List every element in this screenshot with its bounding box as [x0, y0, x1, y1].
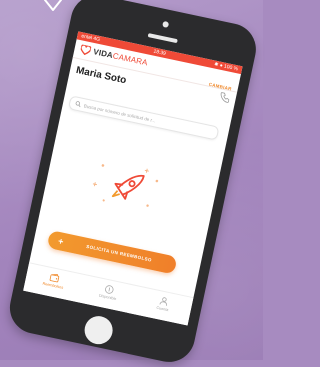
coin-icon [105, 285, 114, 294]
user-name: Maria Soto [75, 64, 128, 87]
chevron-down-icon [44, 0, 62, 11]
rocket-icon [92, 164, 159, 207]
nav-item-reembolsos[interactable]: Reembolsos [26, 264, 81, 302]
request-refund-button[interactable]: + SOLICITA UN REEMBOLSO [46, 229, 178, 275]
request-refund-label: SOLICITA UN REEMBOLSO [85, 243, 153, 263]
plus-icon: + [57, 235, 65, 247]
camera-dot [162, 20, 170, 28]
phone-icon[interactable] [219, 91, 231, 103]
nav-item-disponible[interactable]: Disponible [81, 276, 136, 314]
person-icon [159, 297, 168, 306]
logo-vida-text: VIDA [92, 47, 114, 61]
wallet-icon [49, 273, 60, 283]
speaker-grille [147, 33, 178, 44]
home-button [82, 313, 116, 347]
search-icon [75, 101, 81, 108]
logo-camara-text: CAMARA [111, 51, 149, 68]
heart-icon [80, 44, 92, 56]
nav-item-cuenta[interactable]: Cuenta [136, 287, 191, 325]
